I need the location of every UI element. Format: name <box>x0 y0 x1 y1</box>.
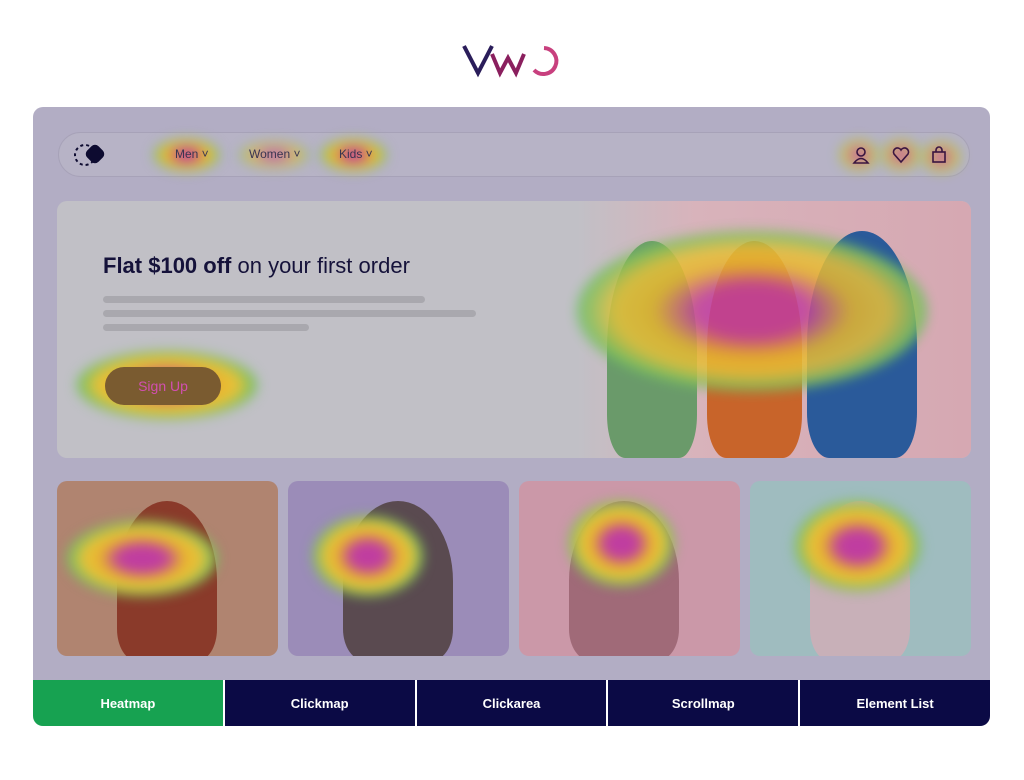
vwo-logo <box>462 45 559 78</box>
tab-scrollmap[interactable]: Scrollmap <box>608 680 799 726</box>
user-icon[interactable] <box>851 145 871 165</box>
tab-element-list[interactable]: Element List <box>800 680 990 726</box>
nav-item-women[interactable]: Women ˅ <box>249 147 300 161</box>
product-card-4[interactable] <box>750 481 971 656</box>
tab-clickarea[interactable]: Clickarea <box>416 680 607 726</box>
hero-title: Flat $100 off on your first order <box>103 253 410 278</box>
product-card-2[interactable] <box>288 481 509 656</box>
site-navbar: Men ˅ Women ˅ Kids ˅ <box>58 132 970 177</box>
tab-heatmap[interactable]: Heatmap <box>33 680 223 726</box>
heatmap-preview-frame: Men ˅ Women ˅ Kids ˅ Flat $100 off on yo… <box>33 107 990 726</box>
product-card-3[interactable] <box>519 481 740 656</box>
heatmap-view-tabs: Heatmap Clickmap Clickarea Scrollmap Ele… <box>33 680 990 726</box>
product-card-1[interactable] <box>57 481 278 656</box>
site-logo-icon <box>74 144 105 166</box>
tab-clickmap[interactable]: Clickmap <box>224 680 415 726</box>
nav-item-kids[interactable]: Kids ˅ <box>339 147 373 161</box>
hero-banner: Flat $100 off on your first order Sign U… <box>57 201 971 458</box>
sign-up-button[interactable]: Sign Up <box>105 367 221 405</box>
hero-photo <box>577 201 971 458</box>
nav-item-men[interactable]: Men ˅ <box>175 147 209 161</box>
heart-icon[interactable] <box>891 145 911 165</box>
shopping-bag-icon[interactable] <box>929 145 949 165</box>
